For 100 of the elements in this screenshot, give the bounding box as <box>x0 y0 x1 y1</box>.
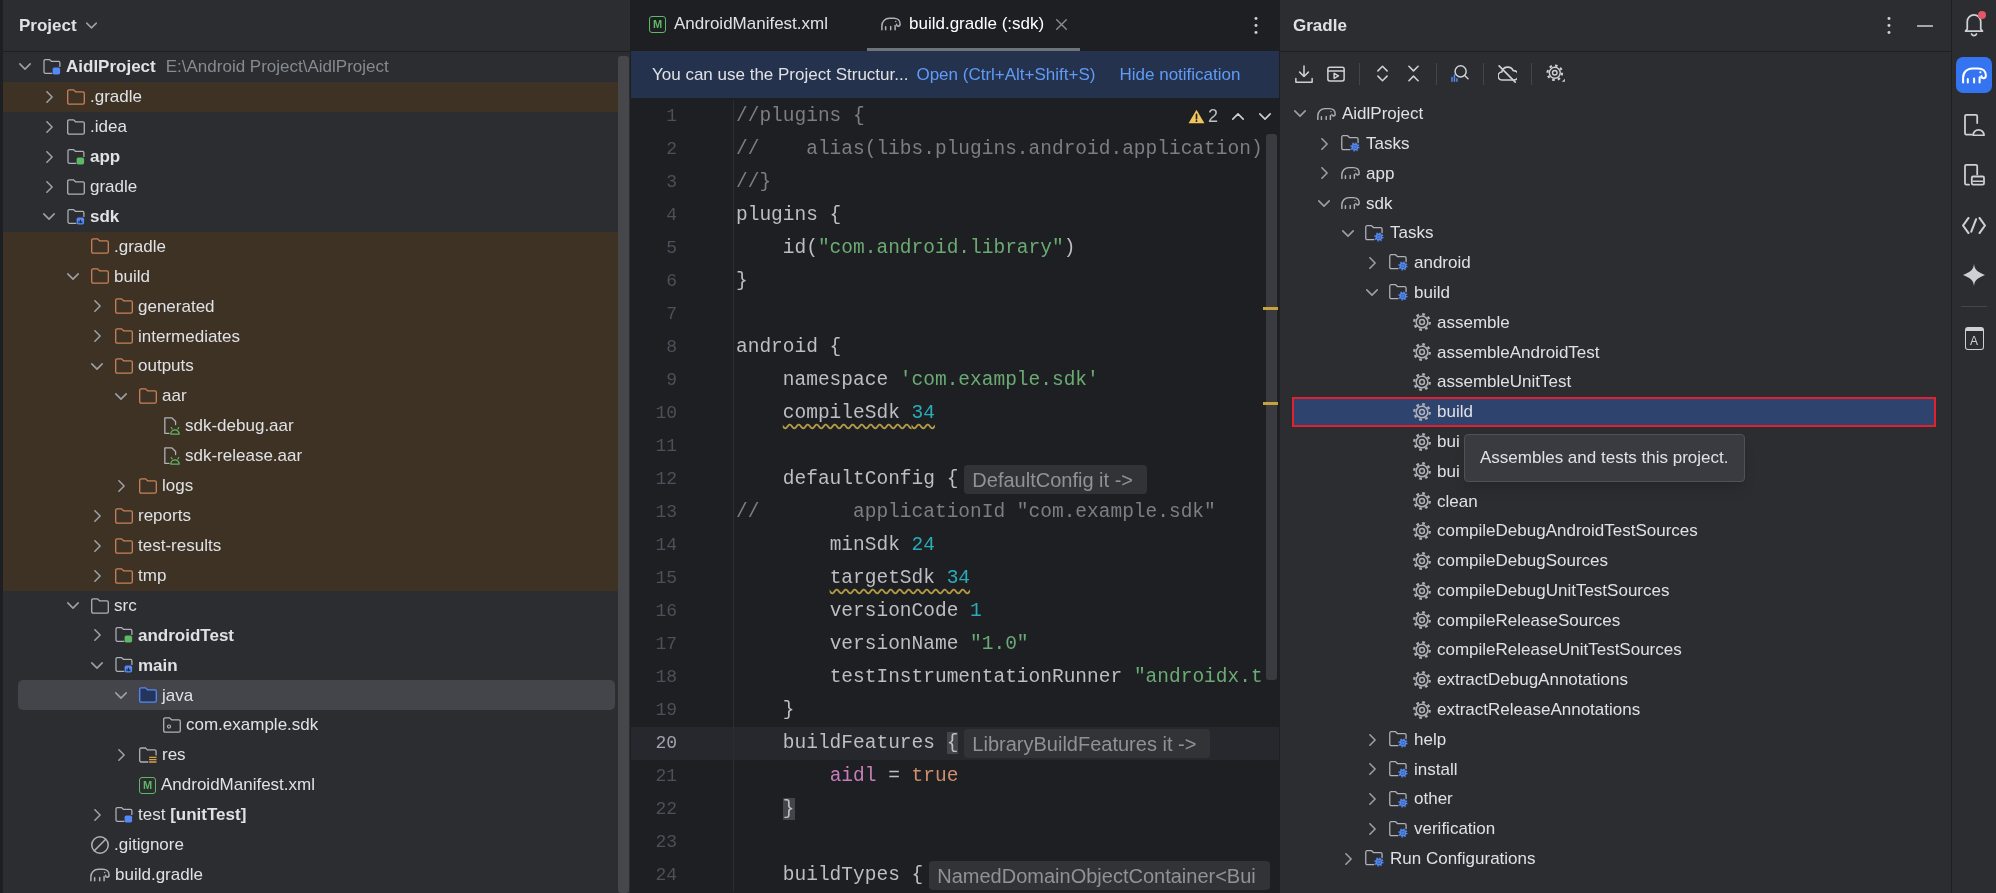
tree-item[interactable]: compileDebugSources <box>1280 545 1609 576</box>
tree-item[interactable]: test-results <box>3 530 618 561</box>
tree-item[interactable]: app <box>3 141 618 172</box>
chevron-right-icon[interactable] <box>1368 733 1376 746</box>
chevron-down-icon[interactable] <box>91 661 103 669</box>
chevron-right-icon[interactable] <box>93 569 101 582</box>
tree-item[interactable]: build <box>1292 396 1936 427</box>
chevron-right-icon[interactable] <box>93 330 101 343</box>
chevron-right-icon[interactable] <box>1368 823 1376 835</box>
chevron-down-icon[interactable] <box>1259 113 1271 120</box>
chevron-down-icon[interactable] <box>67 602 79 610</box>
tree-item[interactable]: com.example.sdk <box>3 710 618 741</box>
tree-item[interactable]: .gradle <box>3 231 618 262</box>
chevron-right-icon[interactable] <box>1368 793 1376 806</box>
tree-item[interactable]: bui <box>1280 456 1460 487</box>
chevron-right-icon[interactable] <box>93 539 101 552</box>
tree-item[interactable]: build <box>1280 277 1450 308</box>
collapse-all-icon[interactable] <box>1408 65 1419 82</box>
tree-item[interactable]: extractDebugAnnotations <box>1280 665 1628 695</box>
tree-item[interactable]: intermediates <box>3 321 618 352</box>
magnifier-icon[interactable] <box>1451 65 1469 82</box>
tree-item[interactable]: clean <box>1280 486 1478 517</box>
close-icon[interactable] <box>1056 18 1068 30</box>
tree-item[interactable]: extractReleaseAnnotations <box>1280 694 1641 725</box>
tree-item[interactable]: sdk <box>1280 188 1393 219</box>
chevron-down-icon[interactable] <box>115 392 127 400</box>
chevron-down-icon[interactable] <box>1294 110 1306 118</box>
tree-item[interactable]: tmp <box>3 560 618 591</box>
tree-item[interactable]: res <box>3 740 618 771</box>
chevron-down-icon[interactable] <box>1366 289 1378 297</box>
tree-item[interactable]: sdk <box>3 201 618 232</box>
tree-item[interactable]: compileDebugUnitTestSources <box>1280 575 1670 606</box>
scrollbar[interactable] <box>618 56 629 893</box>
tool-window-button[interactable]: A <box>1956 320 1992 356</box>
chevron-down-icon[interactable] <box>19 63 31 71</box>
chevron-right-icon[interactable] <box>45 180 53 193</box>
chevron-right-icon[interactable] <box>117 479 125 492</box>
tree-item[interactable]: assembleAndroidTest <box>1280 337 1600 368</box>
notification-link[interactable]: Hide notification <box>1119 61 1241 88</box>
tree-item[interactable]: java <box>18 680 615 711</box>
tree-item[interactable]: compileDebugAndroidTestSources <box>1280 516 1698 546</box>
more-icon[interactable] <box>1887 17 1891 34</box>
tree-item[interactable]: Tasks <box>1280 128 1410 159</box>
tree-item[interactable]: app <box>1280 158 1395 189</box>
cloud-slash-icon[interactable] <box>1498 64 1517 83</box>
tree-item[interactable]: main <box>3 650 618 681</box>
tree-item[interactable]: build <box>3 261 618 292</box>
chevron-right-icon[interactable] <box>1344 852 1352 865</box>
chevron-right-icon[interactable] <box>93 629 101 642</box>
chevron-down-icon[interactable] <box>1318 199 1330 207</box>
tree-item[interactable]: Tasks <box>1280 218 1434 248</box>
tree-item[interactable]: help <box>1280 724 1447 755</box>
tree-item[interactable]: generated <box>3 291 618 322</box>
settings-icon[interactable] <box>1546 64 1565 83</box>
tree-item[interactable]: sdk-debug.aar <box>3 411 618 441</box>
chevron-right-icon[interactable] <box>1320 137 1328 150</box>
tree-item[interactable]: src <box>3 590 618 621</box>
warning-count[interactable]: 2 <box>1208 103 1218 130</box>
notification-link[interactable]: Open (Ctrl+Alt+Shift+S) <box>916 61 1096 88</box>
tree-item[interactable]: compileReleaseSources <box>1280 605 1621 636</box>
tree-item[interactable]: sdk-release.aar <box>3 441 618 471</box>
tree-item[interactable]: verification <box>1280 814 1496 844</box>
chevron-right-icon[interactable] <box>117 749 125 762</box>
window-play-icon[interactable] <box>1327 65 1345 82</box>
tree-item[interactable]: AidlProject E:\Android Project\AidlProject <box>3 52 618 82</box>
chevron-right-icon[interactable] <box>1368 256 1376 269</box>
chevron-down-icon[interactable] <box>67 272 79 280</box>
chevron-right-icon[interactable] <box>93 300 101 313</box>
tree-item[interactable]: test [unitTest] <box>3 800 618 830</box>
tree-item[interactable]: install <box>1280 754 1458 785</box>
tree-item[interactable]: build.gradle <box>3 859 618 890</box>
scrollbar[interactable] <box>1266 134 1277 680</box>
chevron-right-icon[interactable] <box>1368 763 1376 776</box>
tree-item[interactable]: other <box>1280 784 1453 815</box>
view-dropdown[interactable]: Project <box>19 12 97 39</box>
chevron-right-icon[interactable] <box>93 809 101 821</box>
chevron-down-icon[interactable] <box>1342 229 1354 237</box>
chevron-right-icon[interactable] <box>45 90 53 103</box>
tree-item[interactable]: reports <box>3 500 618 531</box>
download-icon[interactable] <box>1295 64 1313 83</box>
editor-tab[interactable]: M AndroidManifest.xml <box>635 0 867 51</box>
tree-item[interactable]: assembleUnitTest <box>1280 367 1572 397</box>
chevron-right-icon[interactable] <box>93 509 101 522</box>
chevron-right-icon[interactable] <box>45 120 53 133</box>
tree-item[interactable]: AidlProject <box>1280 99 1424 129</box>
tree-item[interactable]: androidTest <box>3 620 618 651</box>
chevron-right-icon[interactable] <box>1320 167 1328 180</box>
tree-item[interactable]: .gradle <box>3 81 618 112</box>
tree-item[interactable]: gradle <box>3 171 618 202</box>
more-icon[interactable] <box>1254 17 1258 34</box>
minimize-icon[interactable] <box>1917 24 1933 27</box>
tree-item[interactable]: outputs <box>3 351 618 382</box>
tree-item[interactable]: aar <box>3 381 618 412</box>
tree-item[interactable]: android <box>1280 248 1471 278</box>
chevron-right-icon[interactable] <box>45 150 53 163</box>
chevron-down-icon[interactable] <box>43 213 55 221</box>
tree-item[interactable]: .gitignore <box>3 829 618 860</box>
expand-all-icon[interactable] <box>1377 65 1388 82</box>
chevron-up-icon[interactable] <box>1232 113 1244 120</box>
tree-item[interactable]: .idea <box>3 111 618 142</box>
